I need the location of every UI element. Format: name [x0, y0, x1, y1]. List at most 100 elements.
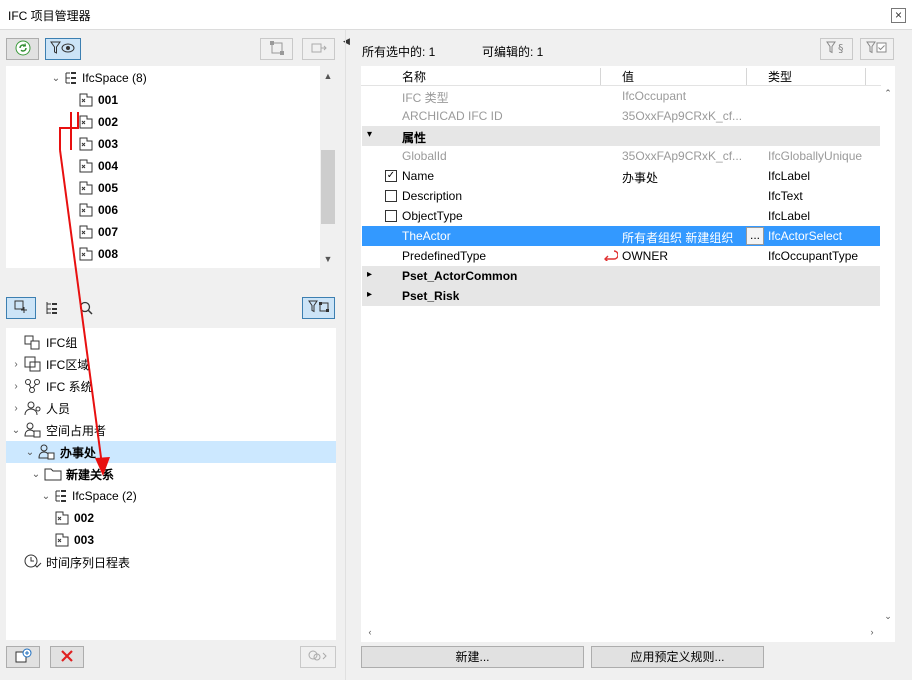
top-tree-scrollbar[interactable]: ▲ ▼ [320, 66, 336, 268]
property-value[interactable]: 办事处 [622, 169, 744, 186]
close-button[interactable]: × [891, 8, 906, 23]
property-checkbox[interactable]: ✓ [385, 170, 397, 182]
column-header-type[interactable]: 类型 [768, 68, 792, 86]
enum-reset-icon[interactable] [602, 249, 618, 264]
tree-item[interactable]: 003 [52, 529, 94, 551]
occupant-icon [24, 422, 42, 438]
element-link-button[interactable] [260, 38, 293, 60]
tree-item[interactable]: › IFC区域 [10, 353, 89, 375]
scroll-right-icon[interactable]: › [864, 625, 880, 639]
property-row[interactable]: PredefinedType OWNER IfcOccupantType [362, 246, 880, 266]
tree-item-label: IfcSpace (2) [72, 489, 137, 503]
browse-button[interactable]: ... [746, 227, 764, 245]
expand-chevron-icon[interactable]: › [10, 359, 22, 370]
tree-item-label: 空间占用者 [46, 423, 107, 438]
expand-chevron-icon[interactable]: ⌄ [40, 491, 52, 502]
property-type: IfcLabel [768, 209, 811, 223]
tree-item[interactable]: 005 [76, 177, 118, 199]
tree-item[interactable]: 时间序列日程表 [10, 551, 130, 573]
property-row[interactable]: ✓ Name 办事处 IfcLabel [362, 166, 880, 186]
tree-item[interactable]: ⌄ 空间占用者 [10, 419, 106, 441]
tree-item[interactable]: 001 [76, 89, 118, 111]
scroll-up-icon[interactable]: ▲ [320, 69, 336, 83]
scroll-up-icon[interactable]: ⌃ [880, 86, 896, 100]
space-icon [78, 115, 94, 129]
chevron-down-icon[interactable]: ⌄ [50, 73, 62, 84]
property-row[interactable]: Description IfcText [362, 186, 880, 206]
filter-view-button[interactable] [45, 38, 81, 60]
tree-item[interactable]: › IFC 系统 [10, 375, 93, 397]
tree-item-label: 005 [98, 181, 119, 195]
expand-chevron-icon[interactable]: › [10, 403, 22, 414]
search-icon [78, 301, 94, 319]
tree-item-label: 人员 [46, 401, 71, 416]
refresh-button[interactable] [6, 38, 39, 60]
tree-item[interactable]: 002 [76, 111, 118, 133]
filter-checked-button[interactable] [860, 38, 894, 60]
column-header-name[interactable]: 名称 [402, 68, 426, 86]
property-type: IfcText [768, 189, 803, 203]
panel-divider[interactable] [345, 30, 346, 680]
tree-item-label: 002 [74, 511, 95, 525]
scroll-thumb[interactable] [321, 150, 335, 224]
hierarchy-view-button[interactable] [44, 300, 60, 319]
add-group-icon [13, 299, 29, 318]
property-section[interactable]: ▾ 属性 [362, 126, 880, 146]
expand-chevron-icon[interactable]: ⌄ [30, 469, 42, 480]
tree-view-mode-button[interactable] [6, 297, 36, 319]
tree-item[interactable]: ⌄ 办事处 [6, 441, 336, 463]
filter-element-button[interactable] [302, 297, 335, 319]
property-row[interactable]: GlobalId 35OxxFAp9CRxK_cf... IfcGloballyUn… [362, 146, 880, 166]
property-value[interactable]: OWNER [622, 249, 744, 263]
tree-item[interactable]: 002 [52, 507, 94, 529]
search-button[interactable] [78, 300, 94, 319]
property-value[interactable]: IfcOccupant [622, 89, 744, 103]
property-section[interactable]: ▸ Pset_Risk [362, 286, 880, 306]
filter-section-button[interactable]: § [820, 38, 853, 60]
new-button[interactable]: 新建... [361, 646, 584, 668]
column-separator[interactable] [746, 68, 747, 86]
selected-count-label: 所有选中的: 1 [362, 45, 436, 59]
column-header-value[interactable]: 值 [622, 68, 634, 86]
tree-item[interactable]: ⌄ IfcSpace (2) [40, 485, 137, 507]
expand-chevron-icon[interactable]: ⌄ [24, 447, 36, 458]
column-separator[interactable] [600, 68, 601, 86]
tree-item[interactable]: 007 [76, 221, 118, 243]
tree-item[interactable]: › 人员 [10, 397, 70, 419]
expand-chevron-icon[interactable]: › [10, 381, 22, 392]
property-name: ObjectType [402, 209, 463, 223]
expand-triangle-icon[interactable]: ▸ [367, 269, 372, 280]
tree-item[interactable]: 004 [76, 155, 118, 177]
property-row[interactable]: ObjectType IfcLabel [362, 206, 880, 226]
scroll-left-icon[interactable]: ‹ [362, 625, 378, 639]
expand-triangle-icon[interactable]: ▸ [367, 289, 372, 300]
assign-button[interactable] [300, 646, 336, 668]
tree-item[interactable]: IFC组 [10, 331, 77, 353]
tree-item[interactable]: 006 [76, 199, 118, 221]
scroll-down-icon[interactable]: ⌄ [880, 609, 896, 623]
property-row[interactable]: TheActor 所有者组织 新建组织... IfcActorSelect [362, 226, 880, 246]
expand-chevron-icon[interactable]: ⌄ [10, 425, 22, 436]
property-value[interactable]: 35OxxFAp9CRxK_cf... [622, 109, 744, 123]
tree-item-label: 008 [98, 247, 119, 261]
property-row[interactable]: IFC 类型 IfcOccupant [362, 86, 880, 106]
property-section[interactable]: ▸ Pset_ActorCommon [362, 266, 880, 286]
tree-item-ifcspace[interactable]: ⌄ IfcSpace (8) [50, 67, 147, 89]
property-value[interactable]: 所有者组织 新建组织 [622, 229, 744, 246]
element-unlink-button[interactable] [302, 38, 335, 60]
delete-button[interactable] [50, 646, 84, 668]
add-item-button[interactable] [6, 646, 40, 668]
column-separator[interactable] [865, 68, 866, 86]
property-name: Name [402, 169, 435, 183]
property-value[interactable]: 35OxxFAp9CRxK_cf... [622, 149, 744, 163]
scroll-down-icon[interactable]: ▼ [320, 252, 336, 266]
tree-item[interactable]: ⌄ 新建关系 [30, 463, 114, 485]
property-checkbox[interactable] [385, 190, 397, 202]
expand-triangle-icon[interactable]: ▾ [367, 129, 372, 140]
tree-item[interactable]: 008 [76, 243, 118, 265]
property-checkbox[interactable] [385, 210, 397, 222]
tree-item[interactable]: 003 [76, 133, 118, 155]
property-row[interactable]: ARCHICAD IFC ID 35OxxFAp9CRxK_cf... [362, 106, 880, 126]
apply-rules-button[interactable]: 应用预定义规则... [591, 646, 764, 668]
window-title: IFC 项目管理器 [8, 9, 91, 23]
